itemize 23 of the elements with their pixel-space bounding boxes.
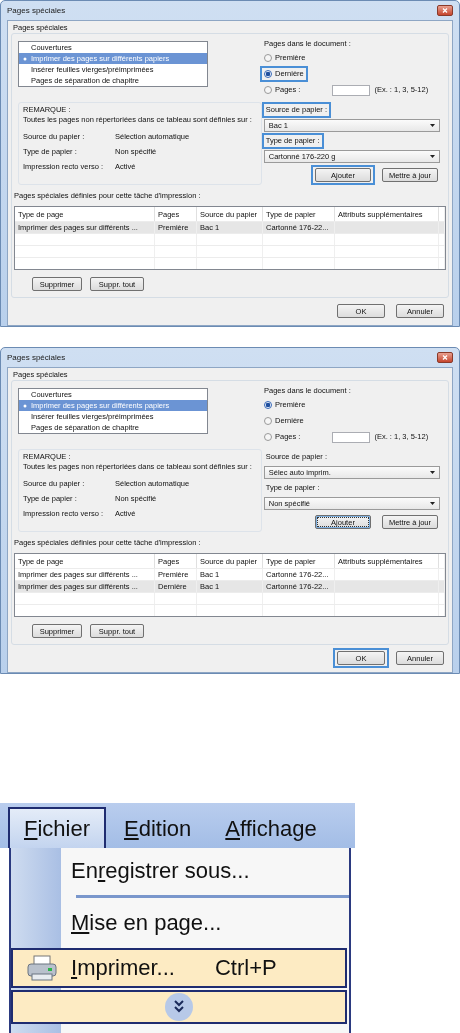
menu-item[interactable]: Imprimer... Ctrl+P bbox=[11, 948, 347, 988]
menu-item[interactable]: Enregistrer sous... bbox=[11, 848, 347, 894]
double-chevron-icon bbox=[164, 992, 194, 1022]
caret-icon bbox=[430, 502, 435, 505]
caret-icon bbox=[430, 471, 435, 474]
close-button[interactable] bbox=[437, 352, 453, 363]
close-icon bbox=[442, 8, 448, 13]
bullet-icon bbox=[22, 402, 28, 409]
pages-input[interactable] bbox=[332, 431, 371, 443]
expand-menu-item[interactable] bbox=[11, 990, 347, 1024]
menu-bar-item[interactable]: Fichier bbox=[8, 807, 107, 848]
menu-bar-item[interactable]: Affichage bbox=[209, 807, 333, 848]
menu-bar-item[interactable]: Edition bbox=[108, 807, 208, 848]
window-title: Pages spéciales bbox=[7, 353, 66, 362]
close-icon bbox=[442, 355, 448, 360]
window-title: Pages spéciales bbox=[7, 6, 66, 15]
close-button[interactable] bbox=[437, 5, 453, 16]
pages-input[interactable] bbox=[332, 84, 371, 96]
printer-icon bbox=[27, 955, 57, 981]
caret-icon bbox=[430, 155, 435, 158]
caret-icon bbox=[430, 124, 435, 127]
menu-item[interactable]: Mise en page... bbox=[11, 900, 347, 946]
bullet-icon bbox=[22, 55, 28, 62]
